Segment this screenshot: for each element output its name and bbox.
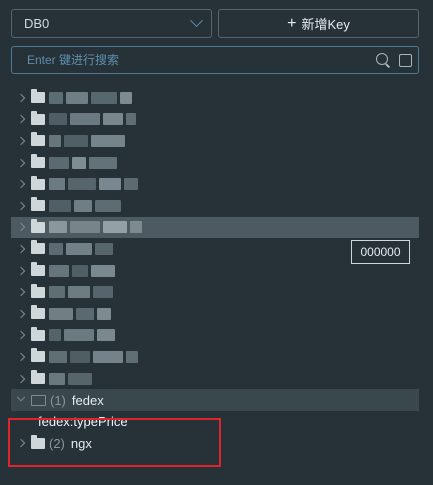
redacted-key [49, 113, 136, 126]
key-name: fedex:typePrice [38, 414, 128, 430]
folder-icon [31, 326, 45, 341]
redacted-key [49, 156, 117, 169]
expand-arrow-icon[interactable] [11, 287, 31, 297]
folder-icon [31, 305, 45, 320]
hover-tooltip: 000000 [351, 240, 410, 264]
tree-row[interactable] [11, 303, 419, 325]
tree-row[interactable] [11, 368, 419, 390]
folder-open-icon [31, 394, 46, 406]
expand-arrow-icon[interactable] [11, 179, 31, 189]
folder-icon [31, 434, 45, 449]
tree-row[interactable] [11, 152, 419, 174]
tree-row[interactable] [11, 87, 419, 109]
new-key-button[interactable]: + 新增Key [218, 9, 419, 38]
expand-arrow-icon[interactable] [11, 223, 31, 232]
exact-match-checkbox[interactable] [399, 53, 412, 67]
redacted-key [49, 307, 111, 320]
folder-icon [31, 197, 45, 212]
tree-row[interactable] [11, 346, 419, 368]
tree-row-fedex[interactable]: (1) fedex [11, 389, 419, 411]
redacted-key [49, 221, 142, 234]
redacted-key [49, 178, 138, 191]
tree-row[interactable] [11, 195, 419, 217]
search-bar [11, 46, 419, 74]
plus-icon: + [287, 14, 297, 32]
redacted-key [49, 242, 113, 255]
tree-row[interactable] [11, 173, 419, 195]
tree-row[interactable] [11, 281, 419, 303]
expand-arrow-icon[interactable] [11, 136, 31, 146]
tree-row-ngx[interactable]: (2) ngx [11, 433, 419, 455]
folder-icon [31, 240, 45, 255]
redacted-key [49, 372, 92, 385]
search-icon[interactable] [376, 53, 390, 67]
key-count: (1) [50, 392, 66, 408]
tree-row[interactable] [11, 130, 419, 152]
folder-icon [31, 262, 45, 277]
folder-icon [31, 283, 45, 298]
folder-name: fedex [71, 392, 104, 408]
redacted-key [49, 91, 132, 104]
collapse-arrow-icon[interactable] [11, 393, 31, 403]
chevron-down-icon [190, 14, 203, 28]
toolbar: DB0 + 新增Key [11, 9, 419, 38]
folder-icon [31, 218, 45, 233]
expand-arrow-icon[interactable] [11, 93, 31, 103]
folder-icon [31, 154, 45, 169]
folder-icon [31, 175, 45, 190]
tree-leaf-key[interactable]: fedex:typePrice [11, 411, 419, 433]
redacted-key [49, 134, 125, 147]
expand-arrow-icon[interactable] [11, 309, 31, 318]
expand-arrow-icon[interactable] [11, 115, 31, 124]
key-tree: (1) fedex fedex:typePrice (2) ngx [11, 87, 419, 454]
folder-icon [31, 348, 45, 363]
folder-icon [31, 89, 45, 104]
folder-icon [31, 110, 45, 125]
folder-icon [31, 132, 45, 147]
redacted-key [49, 264, 115, 277]
redacted-key [49, 199, 121, 212]
redacted-key [49, 286, 113, 299]
expand-arrow-icon[interactable] [11, 374, 31, 383]
expand-arrow-icon[interactable] [11, 158, 31, 167]
expand-arrow-icon[interactable] [11, 266, 31, 275]
redacted-key [49, 350, 138, 363]
folder-name: ngx [70, 435, 92, 451]
tree-row[interactable] [11, 325, 419, 347]
db-select[interactable]: DB0 [11, 9, 212, 38]
db-select-value: DB0 [24, 16, 50, 31]
expand-arrow-icon[interactable] [11, 352, 31, 362]
new-key-label: 新增Key [301, 17, 350, 32]
search-input[interactable] [27, 53, 376, 67]
tree-row[interactable] [11, 109, 419, 131]
expand-arrow-icon[interactable] [11, 331, 31, 340]
redacted-key [49, 329, 115, 342]
tree-row-selected[interactable] [11, 216, 419, 239]
key-count: (2) [49, 435, 65, 451]
expand-arrow-icon[interactable] [11, 201, 31, 211]
folder-icon [31, 370, 45, 385]
expand-arrow-icon[interactable] [11, 244, 31, 254]
expand-arrow-icon[interactable] [11, 439, 31, 448]
